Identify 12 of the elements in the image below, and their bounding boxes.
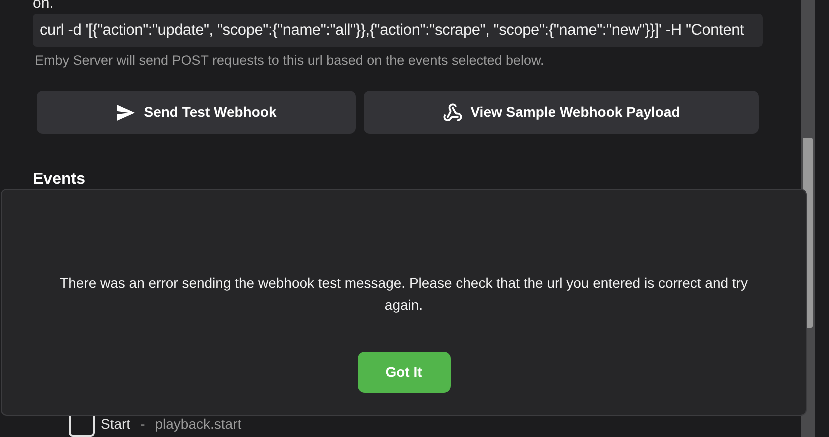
event-id: playback.start [155,414,242,434]
section-heading: Events [33,170,86,190]
event-name: Start [101,414,131,434]
field-label: on. [33,0,55,11]
send-icon [116,104,136,122]
separator-text: - [140,414,146,434]
error-message: There was an error sending the webhook test message. Please check that the url you entered is correct and try again. [59,274,749,315]
help-text: Emby Server will send POST requests to this url based on the events selected below. [34,52,546,70]
action-button[interactable]: View Sample Webhook Payload [364,91,759,134]
url-field[interactable]: curl -d '[{"action":"update", "scope":{"name":"all"}},{"action":"scrape", "scope":{"name":"new"}}]' -H "Content [33,14,763,47]
action-button[interactable]: Send Test Webhook [37,91,356,134]
webhook-icon [442,102,463,123]
